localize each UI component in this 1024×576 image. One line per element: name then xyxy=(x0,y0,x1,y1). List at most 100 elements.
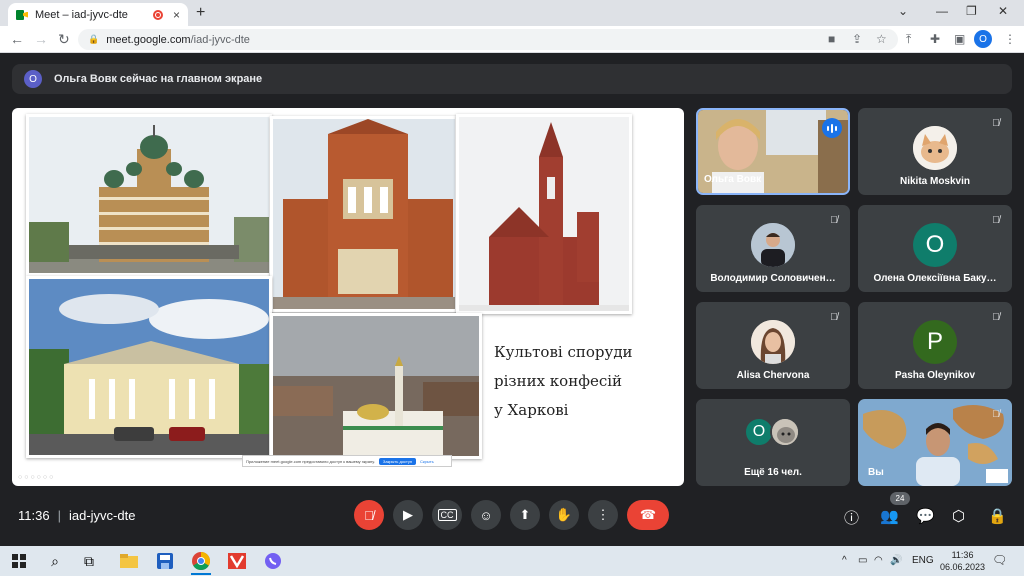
forward-arrow-icon[interactable]: → xyxy=(34,31,48,47)
present-icon: ⬆ xyxy=(519,507,531,522)
presenter-banner-text: Ольга Вовк сейчас на главном экране xyxy=(54,73,263,85)
self-view-tile[interactable]: 🎙̸ Вы xyxy=(858,399,1012,486)
captions-button[interactable]: CC xyxy=(432,500,462,530)
leave-call-button[interactable]: ☎ xyxy=(627,500,669,530)
tray-overflow-icon[interactable]: ^ xyxy=(842,555,847,566)
chat-icon[interactable]: 💬 xyxy=(916,507,935,525)
presentation-screen[interactable]: Культові споруди різних конфесій у Харко… xyxy=(12,108,684,486)
system-clock[interactable]: 11:36 06.06.2023 xyxy=(940,549,985,573)
raise-hand-icon: ✋ xyxy=(555,507,573,522)
avatar xyxy=(751,223,795,267)
tab-close-button[interactable]: × xyxy=(173,8,180,22)
mic-off-icon: 🎙̸ xyxy=(992,118,1000,129)
viber-icon[interactable] xyxy=(262,551,284,571)
volume-icon[interactable]: 🔊 xyxy=(890,555,902,566)
address-bar[interactable]: 🔒 meet.google.com/iad-jyvc-dte xyxy=(78,29,898,50)
browser-tab-strip: Meet – iad-jyvc-dte × + ⌄ — ❐ ✕ xyxy=(0,0,1024,26)
restore-button[interactable]: ❐ xyxy=(966,4,977,18)
chrome-icon[interactable] xyxy=(190,551,212,575)
mic-off-icon: 🎙̸ xyxy=(830,312,838,323)
clock-date: 06.06.2023 xyxy=(940,562,986,572)
avatar xyxy=(770,417,800,447)
participant-tile-pasha[interactable]: 🎙̸ P Pasha Oleynikov xyxy=(858,302,1012,389)
mic-off-icon: 🎙̸ xyxy=(992,215,1000,226)
mosque-photo xyxy=(270,313,482,459)
screen-share-text: Приложение meet.google.com предоставило … xyxy=(246,458,375,464)
hide-share-bar-link[interactable]: Скрыть xyxy=(420,459,434,464)
more-options-button[interactable]: ⋮ xyxy=(588,500,618,530)
windows-start-icon[interactable] xyxy=(8,551,30,571)
pin-extension-icon[interactable]: ⤒ xyxy=(906,32,911,47)
battery-icon[interactable]: ▭ xyxy=(858,555,867,566)
back-arrow-icon[interactable]: ← xyxy=(10,31,24,47)
slide-title-line: Культові споруди xyxy=(494,343,633,361)
tab-search-icon[interactable]: ⌄ xyxy=(898,4,908,18)
file-explorer-icon[interactable] xyxy=(118,551,140,571)
speaking-indicator-icon xyxy=(822,118,842,138)
meeting-info: 11:36 | iad-jyvc-dte xyxy=(18,508,136,523)
meeting-code: iad-jyvc-dte xyxy=(68,508,136,523)
window-close-button[interactable]: ✕ xyxy=(998,4,1008,18)
self-name-label: Вы xyxy=(868,467,884,478)
activities-icon[interactable]: ⬡ xyxy=(952,507,965,525)
side-panel-icon[interactable]: ▣ xyxy=(954,32,965,46)
participant-tile-olga[interactable]: Ольга Вовк xyxy=(696,108,850,195)
meeting-details-icon[interactable]: ⓘ xyxy=(844,507,859,528)
avatar xyxy=(751,320,795,364)
avatar xyxy=(913,126,957,170)
present-screen-button[interactable]: ⬆ xyxy=(510,500,540,530)
participant-tile-alisa[interactable]: 🎙̸ Alisa Chervona xyxy=(696,302,850,389)
hang-up-icon: ☎ xyxy=(639,507,657,522)
participant-name: Alisa Chervona xyxy=(736,370,810,381)
camera-icon: ▶ xyxy=(403,507,413,522)
presenter-banner: O Ольга Вовк сейчас на главном экране xyxy=(12,64,1012,94)
host-controls-icon[interactable]: 🔒 xyxy=(988,507,1007,525)
people-icon[interactable]: 👥 xyxy=(880,507,899,525)
participant-name: Ольга Вовк xyxy=(704,174,762,185)
reload-icon[interactable]: ↻ xyxy=(58,31,70,48)
emoji-icon: ☺ xyxy=(479,507,493,523)
microphone-off-button[interactable]: 🎙̸ xyxy=(354,500,384,530)
mic-off-icon: 🎙̸ xyxy=(364,507,374,523)
participant-name: Nikita Moskvin xyxy=(899,176,971,187)
participant-tile-nikita[interactable]: 🎙̸ Nikita Moskvin xyxy=(858,108,1012,195)
browser-menu-icon[interactable]: ⋮ xyxy=(1004,32,1016,46)
search-icon[interactable]: ⌕ xyxy=(44,551,66,571)
church-photo xyxy=(456,114,632,314)
camera-button[interactable]: ▶ xyxy=(393,500,423,530)
participant-name: Володимир Соловичен… xyxy=(710,273,836,284)
emoji-reaction-button[interactable]: ☺ xyxy=(471,500,501,530)
clock-time: 11:36 xyxy=(951,550,974,560)
avatar: O xyxy=(913,223,957,267)
raise-hand-button[interactable]: ✋ xyxy=(549,500,579,530)
yellow-building-photo xyxy=(26,276,272,458)
minimize-button[interactable]: — xyxy=(936,4,948,18)
new-tab-button[interactable]: + xyxy=(196,4,205,22)
participant-name: Pasha Oleynikov xyxy=(894,370,976,381)
participant-tile-olena[interactable]: 🎙̸ O Олена Олексіївна Баку… xyxy=(858,205,1012,292)
lock-icon: 🔒 xyxy=(88,34,100,44)
mic-off-icon: 🎙̸ xyxy=(992,312,1000,323)
url-host: meet.google.com xyxy=(106,33,191,46)
participant-tile-volodymyr[interactable]: 🎙̸ Володимир Соловичен… xyxy=(696,205,850,292)
more-participants-tile[interactable]: O Ещё 16 чел. xyxy=(696,399,850,486)
profile-avatar[interactable]: O xyxy=(974,30,992,48)
more-vertical-icon: ⋮ xyxy=(596,507,610,522)
meeting-time: 11:36 xyxy=(18,508,50,523)
notifications-icon[interactable]: 🗨 xyxy=(992,553,1007,567)
mic-off-icon: 🎙̸ xyxy=(830,215,838,226)
bookmark-star-icon[interactable]: ☆ xyxy=(876,32,887,46)
camera-in-use-icon[interactable]: ■ xyxy=(828,32,835,46)
wifi-icon[interactable]: ◠ xyxy=(874,555,883,566)
tab-title: Meet – iad-jyvc-dte xyxy=(35,8,128,21)
captions-icon: CC xyxy=(437,509,457,521)
browser-tab[interactable]: Meet – iad-jyvc-dte × xyxy=(8,3,188,26)
share-icon[interactable]: ⇪ xyxy=(852,32,862,46)
task-view-icon[interactable]: ⧉ xyxy=(78,551,100,571)
input-language[interactable]: ENG xyxy=(912,555,934,566)
extensions-puzzle-icon[interactable]: ✚ xyxy=(930,32,940,46)
slide-toolbar: ○○○○○○ xyxy=(18,474,56,481)
save-app-icon[interactable] xyxy=(154,551,176,571)
stop-sharing-button[interactable]: Закрыть доступ xyxy=(378,457,417,465)
antivirus-icon[interactable] xyxy=(226,551,248,571)
